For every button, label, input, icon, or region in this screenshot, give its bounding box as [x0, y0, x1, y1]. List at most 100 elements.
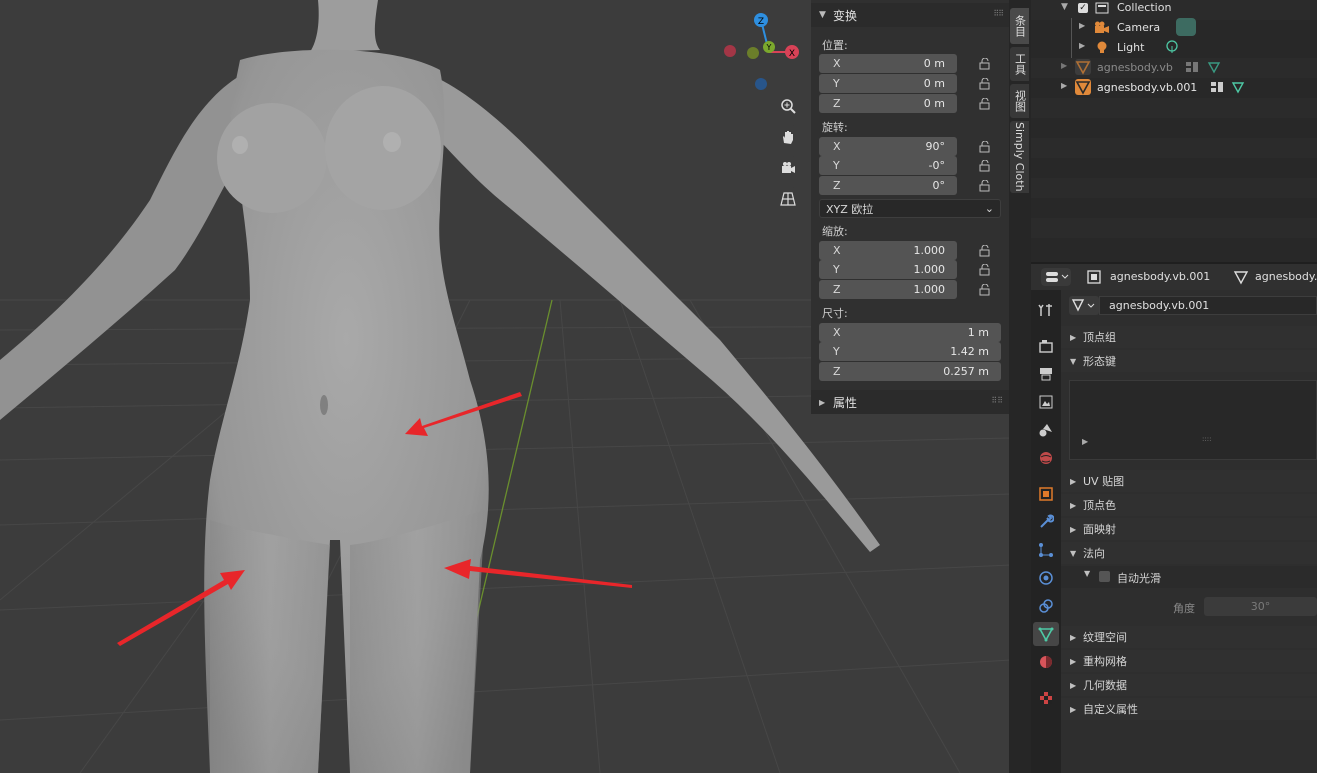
transform-header[interactable]: ▼ 变换 ⠿⠿ — [811, 3, 1009, 27]
dimensions-z-field[interactable]: Z 0.257 m — [819, 362, 1001, 381]
expand-triangle-icon[interactable]: ▶ — [1082, 437, 1088, 446]
axis-gizmo[interactable]: Z X Y — [720, 8, 810, 98]
resize-grip-icon[interactable]: :::: — [1202, 435, 1211, 443]
lock-icon[interactable] — [979, 264, 991, 276]
auto-smooth-subpanel[interactable]: ▼ 自动光滑 — [1061, 566, 1317, 588]
tab-item[interactable]: 条目 — [1010, 8, 1029, 44]
tab-simply-cloth[interactable]: Simply Cloth — [1010, 121, 1029, 193]
mesh-data-tab-icon[interactable] — [1033, 622, 1059, 646]
grid-perspective-icon[interactable] — [775, 186, 801, 212]
constraints-tab-icon[interactable] — [1033, 594, 1059, 618]
mesh-data-icon[interactable] — [1231, 80, 1245, 94]
zoom-icon[interactable] — [775, 93, 801, 119]
rotation-label: 旋转: — [822, 121, 848, 134]
tool-tab-icon[interactable] — [1033, 298, 1059, 322]
properties-editor-header: agnesbody.vb.001 agnesbody.vb — [1031, 262, 1317, 292]
field-value: 90° — [925, 140, 946, 153]
section-uv-maps[interactable]: ▶ UV 贴图 — [1061, 470, 1317, 492]
dimensions-y-field[interactable]: Y 1.42 m — [819, 342, 1001, 361]
view-layer-tab-icon[interactable] — [1033, 390, 1059, 414]
location-y-field[interactable]: Y 0 m — [819, 74, 957, 93]
expand-triangle-icon: ▶ — [819, 397, 826, 407]
tab-view[interactable]: 视图 — [1010, 84, 1029, 118]
physics-tab-icon[interactable] — [1033, 566, 1059, 590]
rotation-mode-select[interactable]: XYZ 欧拉 ⌄ — [819, 199, 1001, 218]
camera-view-icon[interactable] — [775, 155, 801, 181]
lock-icon[interactable] — [979, 98, 991, 110]
section-normals[interactable]: ▼ 法向 — [1061, 542, 1317, 564]
section-vertex-colors[interactable]: ▶ 顶点色 — [1061, 494, 1317, 516]
render-tab-icon[interactable] — [1033, 334, 1059, 358]
tab-tool[interactable]: 工具 — [1010, 47, 1029, 81]
modifiers-wrench-icon[interactable] — [1033, 510, 1059, 534]
scene-tab-icon[interactable] — [1033, 418, 1059, 442]
properties-panel: agnesbody.vb.001 ▶ 顶点组 ▼ 形态键 ▶ :::: ▶ UV 贴图… — [1061, 290, 1317, 773]
expand-triangle-icon[interactable]: ▼ — [1061, 2, 1068, 12]
particles-tab-icon[interactable] — [1033, 538, 1059, 562]
camera-data-icon[interactable] — [1176, 18, 1196, 36]
light-object-icon — [1097, 41, 1107, 53]
axis-label: Y — [833, 263, 840, 276]
lock-icon[interactable] — [979, 58, 991, 70]
object-tab-icon[interactable] — [1033, 482, 1059, 506]
section-texture-space[interactable]: ▶ 纹理空间 — [1061, 626, 1317, 648]
lock-icon[interactable] — [979, 160, 991, 172]
location-z-field[interactable]: Z 0 m — [819, 94, 957, 113]
lock-icon[interactable] — [979, 78, 991, 90]
section-title: 顶点色 — [1083, 499, 1116, 512]
auto-smooth-checkbox[interactable] — [1099, 571, 1110, 582]
drag-grip-icon[interactable]: ⠿⠿ — [993, 9, 1004, 18]
gizmo-y-label: Y — [766, 43, 772, 52]
rotation-x-field[interactable]: X 90° — [819, 137, 957, 156]
rotation-z-field[interactable]: Z 0° — [819, 176, 957, 195]
section-geometry-data[interactable]: ▶ 几何数据 — [1061, 674, 1317, 696]
shape-keys-list[interactable]: ▶ :::: — [1069, 380, 1317, 460]
section-shape-keys[interactable]: ▼ 形态键 — [1061, 350, 1317, 372]
material-tab-icon[interactable] — [1033, 650, 1059, 674]
section-vertex-groups[interactable]: ▶ 顶点组 — [1061, 326, 1317, 348]
section-title: 顶点组 — [1083, 331, 1116, 344]
expand-triangle-icon[interactable]: ▶ — [1079, 41, 1085, 50]
mesh-name-field[interactable]: agnesbody.vb.001 — [1099, 296, 1317, 315]
outliner-row-light[interactable]: ▶ Light — [1031, 38, 1317, 58]
scale-label: 缩放: — [822, 225, 848, 238]
expand-triangle-icon[interactable]: ▶ — [1061, 81, 1067, 90]
lock-icon[interactable] — [979, 245, 991, 257]
field-value: 1.000 — [913, 263, 946, 276]
rotation-y-field[interactable]: Y -0° — [819, 156, 957, 175]
outliner-row-agnesbody-001[interactable]: ▶ agnesbody.vb.001 — [1031, 78, 1317, 98]
outliner-row-agnesbody[interactable]: ▶ agnesbody.vb — [1031, 58, 1317, 78]
lock-icon[interactable] — [979, 141, 991, 153]
expand-triangle-icon[interactable]: ▶ — [1079, 21, 1085, 30]
outliner-row-collection[interactable]: ▼ ✓ Collection — [1031, 0, 1317, 20]
lock-icon[interactable] — [979, 180, 991, 192]
world-tab-icon[interactable] — [1033, 446, 1059, 470]
section-title: 自定义属性 — [1083, 703, 1138, 716]
section-title: 重构网格 — [1083, 655, 1127, 668]
output-tab-icon[interactable] — [1033, 362, 1059, 386]
mesh-data-icon[interactable] — [1207, 60, 1221, 74]
lock-icon[interactable] — [979, 284, 991, 296]
location-x-field[interactable]: X 0 m — [819, 54, 957, 73]
modifier-icon[interactable] — [1211, 81, 1223, 93]
modifier-icon[interactable] — [1186, 61, 1198, 73]
drag-grip-icon[interactable]: ⠿⠿ — [991, 396, 1003, 405]
scale-y-field[interactable]: Y 1.000 — [819, 260, 957, 279]
angle-field[interactable]: 30° — [1204, 597, 1317, 616]
texture-tab-icon[interactable] — [1033, 686, 1059, 710]
editor-type-button[interactable] — [1041, 268, 1071, 286]
section-face-maps[interactable]: ▶ 面映射 — [1061, 518, 1317, 540]
outliner-label: Light — [1117, 41, 1145, 54]
scale-x-field[interactable]: X 1.000 — [819, 241, 957, 260]
section-custom-properties[interactable]: ▶ 自定义属性 — [1061, 698, 1317, 720]
light-data-icon[interactable] — [1165, 40, 1179, 54]
section-remesh[interactable]: ▶ 重构网格 — [1061, 650, 1317, 672]
scale-z-field[interactable]: Z 1.000 — [819, 280, 957, 299]
checkbox-icon[interactable]: ✓ — [1078, 3, 1088, 13]
mesh-browse-button[interactable] — [1069, 296, 1099, 315]
expand-triangle-icon[interactable]: ▶ — [1061, 61, 1067, 70]
outliner-row-camera[interactable]: ▶ Camera — [1031, 18, 1317, 58]
pan-hand-icon[interactable] — [775, 124, 801, 150]
dimensions-x-field[interactable]: X 1 m — [819, 323, 1001, 342]
properties-header[interactable]: ▶ 属性 ⠿⠿ — [811, 390, 1009, 414]
